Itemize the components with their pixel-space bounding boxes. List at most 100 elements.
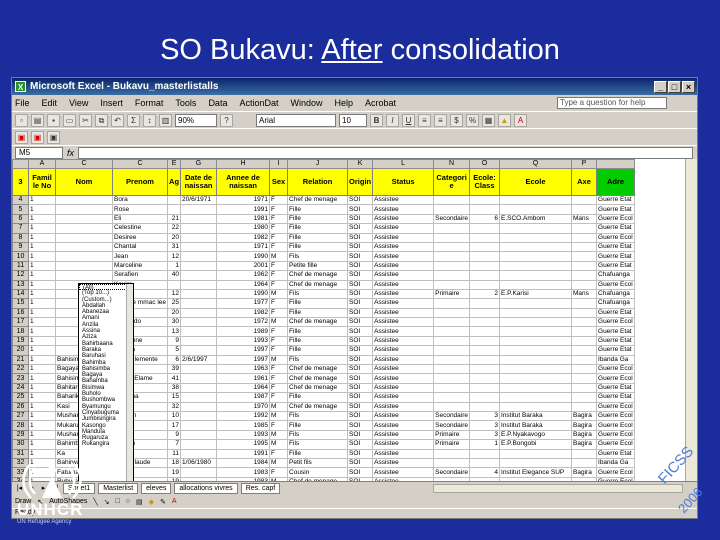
grid-cell[interactable]: 20 bbox=[167, 232, 182, 243]
grid-cell[interactable]: F bbox=[269, 373, 289, 384]
grid-cell[interactable]: 1 bbox=[469, 439, 501, 450]
bold-icon[interactable]: B bbox=[370, 113, 383, 127]
grid-cell[interactable]: SOI bbox=[347, 260, 374, 272]
grid-cell[interactable] bbox=[571, 279, 598, 290]
grid-cell[interactable] bbox=[180, 317, 218, 328]
grid-cell[interactable]: SOI bbox=[347, 241, 374, 253]
grid-cell[interactable]: Guerre Ecol bbox=[596, 410, 636, 422]
grid-cell[interactable]: 20 bbox=[167, 307, 182, 319]
field-header-cell[interactable]: Origin bbox=[347, 168, 374, 196]
grid-cell[interactable]: 1970 bbox=[216, 401, 271, 413]
grid-cell[interactable] bbox=[571, 448, 598, 459]
sheet-tab[interactable]: Res. capf bbox=[240, 482, 281, 494]
grid-cell[interactable]: Fils bbox=[287, 288, 349, 300]
pdf-email-icon[interactable]: ▣ bbox=[31, 130, 44, 144]
row-header[interactable]: 22 bbox=[12, 364, 29, 375]
grid-cell[interactable] bbox=[469, 364, 501, 375]
grid-cell[interactable]: Guerre Etat bbox=[596, 251, 636, 262]
menu-item-view[interactable]: View bbox=[69, 98, 88, 108]
cut-icon[interactable]: ✂ bbox=[79, 113, 92, 127]
grid-cell[interactable] bbox=[180, 232, 218, 243]
grid-cell[interactable]: 38 bbox=[167, 382, 182, 394]
grid-cell[interactable]: Assistee bbox=[372, 373, 435, 384]
grid-cell[interactable]: 1 bbox=[28, 241, 56, 253]
grid-cell[interactable] bbox=[180, 467, 218, 478]
grid-cell[interactable] bbox=[180, 429, 218, 441]
grid-cell[interactable]: Chantal bbox=[111, 241, 169, 253]
grid-cell[interactable]: 1985 bbox=[216, 420, 271, 431]
grid-cell[interactable] bbox=[571, 382, 598, 394]
row-header[interactable]: 7 bbox=[12, 223, 29, 234]
grid-cell[interactable]: E.P.Nyakavogo bbox=[499, 429, 573, 441]
grid-cell[interactable] bbox=[499, 307, 573, 319]
grid-cell[interactable]: F bbox=[269, 270, 289, 281]
grid-cell[interactable]: Fille bbox=[287, 241, 349, 253]
field-header-cell[interactable]: Ecole: Class bbox=[469, 168, 501, 196]
row-header[interactable]: 11 bbox=[12, 260, 29, 272]
grid-cell[interactable]: 1 bbox=[28, 335, 56, 347]
grid-cell[interactable]: Fille bbox=[287, 345, 349, 356]
grid-cell[interactable]: 10 bbox=[167, 410, 182, 422]
grid-cell[interactable]: Chef de menage bbox=[287, 364, 349, 375]
row-header[interactable]: 18 bbox=[12, 326, 29, 337]
grid-cell[interactable] bbox=[469, 232, 501, 243]
grid-cell[interactable]: Guerre Etat bbox=[596, 335, 636, 347]
grid-cell[interactable] bbox=[499, 241, 573, 253]
grid-cell[interactable]: 2001 bbox=[216, 260, 271, 272]
grid-cell[interactable]: Secondaire bbox=[433, 420, 471, 431]
grid-cell[interactable]: Guerre Ecol bbox=[596, 317, 636, 328]
row-header[interactable]: 16 bbox=[12, 307, 29, 319]
grid-cell[interactable]: Chef de menage bbox=[287, 401, 349, 413]
grid-cell[interactable] bbox=[180, 251, 218, 262]
row-header[interactable]: 23 bbox=[12, 373, 29, 384]
grid-cell[interactable]: 1 bbox=[28, 298, 56, 309]
grid-cell[interactable] bbox=[180, 307, 218, 319]
column-header[interactable] bbox=[596, 159, 636, 169]
grid-cell[interactable] bbox=[180, 279, 218, 290]
grid-cell[interactable]: E.SCO.Ambom bbox=[499, 213, 573, 225]
grid-cell[interactable]: F bbox=[269, 448, 289, 459]
row-header[interactable]: 26 bbox=[12, 401, 29, 413]
grid-cell[interactable] bbox=[180, 288, 218, 300]
grid-cell[interactable]: Guerre Etat bbox=[596, 194, 636, 206]
grid-cell[interactable]: 1 bbox=[28, 213, 56, 225]
grid-cell[interactable] bbox=[55, 270, 113, 281]
grid-cell[interactable]: SOI bbox=[347, 345, 374, 356]
maximize-button[interactable]: □ bbox=[668, 80, 681, 93]
select-all-corner[interactable] bbox=[12, 159, 29, 169]
grid-cell[interactable] bbox=[433, 194, 471, 206]
grid-cell[interactable]: Primaire bbox=[433, 439, 471, 450]
grid-cell[interactable]: Fille bbox=[287, 448, 349, 459]
grid-cell[interactable]: 6 bbox=[469, 213, 501, 225]
grid-cell[interactable]: Assistee bbox=[372, 298, 435, 309]
grid-cell[interactable]: 1982 bbox=[216, 307, 271, 319]
grid-cell[interactable] bbox=[571, 401, 598, 413]
grid-cell[interactable] bbox=[469, 401, 501, 413]
grid-cell[interactable]: Chef de menage bbox=[287, 279, 349, 290]
grid-cell[interactable]: SOI bbox=[347, 448, 374, 459]
font-size-select[interactable]: 10 bbox=[339, 113, 367, 127]
grid-cell[interactable] bbox=[469, 194, 501, 206]
column-header[interactable]: I bbox=[269, 159, 289, 169]
grid-cell[interactable]: 1 bbox=[28, 382, 56, 394]
grid-cell[interactable]: E.P.Karisi bbox=[499, 288, 573, 300]
grid-cell[interactable] bbox=[180, 392, 218, 403]
vertical-scrollbar[interactable] bbox=[685, 159, 697, 481]
row-header[interactable]: 4 bbox=[12, 194, 29, 206]
grid-cell[interactable]: M bbox=[269, 439, 289, 450]
grid-cell[interactable] bbox=[180, 298, 218, 309]
grid-cell[interactable]: Bagira bbox=[571, 420, 598, 431]
grid-cell[interactable]: Fils bbox=[287, 439, 349, 450]
grid-cell[interactable] bbox=[499, 270, 573, 281]
grid-cell[interactable]: 1983 bbox=[216, 467, 271, 478]
row-header[interactable]: 6 bbox=[12, 213, 29, 225]
row-header[interactable]: 20 bbox=[12, 345, 29, 356]
grid-cell[interactable] bbox=[55, 204, 113, 215]
grid-cell[interactable]: SOI bbox=[347, 382, 374, 394]
grid-cell[interactable] bbox=[469, 335, 501, 347]
open-icon[interactable]: ▤ bbox=[31, 113, 44, 127]
grid-cell[interactable]: Bagira bbox=[571, 410, 598, 422]
grid-cell[interactable] bbox=[469, 392, 501, 403]
grid-cell[interactable]: 1 bbox=[167, 260, 182, 272]
grid-cell[interactable] bbox=[180, 204, 218, 215]
